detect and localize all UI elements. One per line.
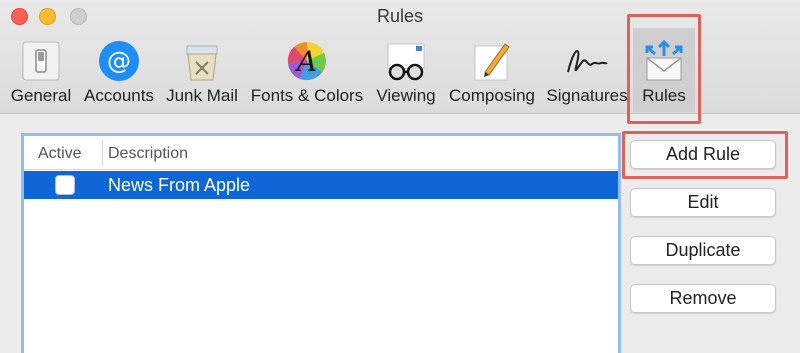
- rules-list[interactable]: Active Description News From Apple: [21, 133, 621, 353]
- toolbar-label-junk-mail: Junk Mail: [166, 86, 238, 105]
- duplicate-button[interactable]: Duplicate: [630, 236, 776, 265]
- rule-description: News From Apple: [108, 175, 251, 195]
- svg-text:@: @: [107, 47, 131, 75]
- rules-list-header: Active Description: [24, 136, 618, 170]
- toolbar-item-signatures[interactable]: Signatures: [544, 28, 630, 112]
- pencil-paper-icon: [474, 43, 510, 81]
- add-rule-highlight: [622, 131, 788, 179]
- column-divider[interactable]: [102, 140, 103, 166]
- signature-icon: [567, 49, 608, 73]
- svg-text:A: A: [294, 45, 317, 78]
- toolbar-item-viewing[interactable]: Viewing: [372, 28, 440, 112]
- glasses-icon: [387, 43, 425, 81]
- toolbar-item-fonts-colors[interactable]: A Fonts & Colors: [246, 28, 368, 112]
- general-switch-icon: [22, 41, 60, 81]
- column-header-active[interactable]: Active: [38, 145, 82, 163]
- rule-active-checkbox[interactable]: [55, 175, 75, 195]
- table-row[interactable]: News From Apple: [24, 171, 618, 199]
- toolbar-item-composing[interactable]: Composing: [446, 28, 538, 112]
- toolbar-label-composing: Composing: [449, 86, 535, 105]
- remove-button[interactable]: Remove: [630, 284, 776, 313]
- junk-bin-icon: [186, 45, 218, 81]
- toolbar-item-accounts[interactable]: @ Accounts: [80, 28, 158, 112]
- toolbar-item-general[interactable]: General: [4, 28, 78, 112]
- font-color-wheel-icon: A: [287, 42, 326, 81]
- toolbar-label-general: General: [10, 86, 72, 105]
- edit-button[interactable]: Edit: [630, 188, 776, 217]
- toolbar-label-signatures: Signatures: [546, 86, 628, 105]
- toolbar-item-junk-mail[interactable]: Junk Mail: [162, 28, 242, 112]
- rules-tab-highlight: [627, 14, 701, 124]
- column-header-description[interactable]: Description: [108, 145, 188, 163]
- toolbar-label-fonts-colors: Fonts & Colors: [250, 86, 364, 105]
- toolbar-label-viewing: Viewing: [376, 86, 436, 105]
- toolbar-label-accounts: Accounts: [84, 86, 154, 105]
- at-sign-icon: @: [99, 41, 139, 81]
